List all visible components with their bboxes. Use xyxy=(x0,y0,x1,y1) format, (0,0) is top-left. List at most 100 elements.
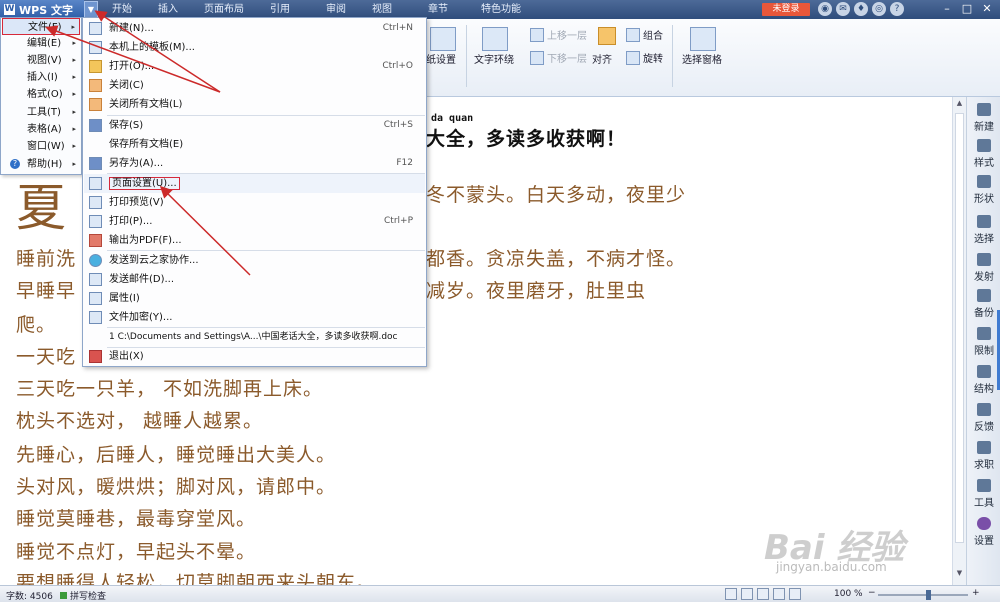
scroll-up-arrow[interactable]: ▲ xyxy=(953,97,966,109)
zoom-slider-track[interactable] xyxy=(878,594,968,596)
help-circle-icon: ? xyxy=(10,159,20,169)
doc-line: 先睡心，后睡人，睡觉睡出大美人。 xyxy=(16,444,337,466)
submenu-send-cloud[interactable]: 发送到云之家协作... xyxy=(84,251,425,270)
submenu-properties[interactable]: 属性(I) xyxy=(84,289,425,308)
scroll-down-arrow[interactable]: ▼ xyxy=(953,567,966,579)
submenu-send-mail[interactable]: 发送邮件(D)... xyxy=(84,270,425,289)
sidebar-item-styles[interactable]: 样式 xyxy=(967,139,1000,169)
zoom-in-button[interactable]: + xyxy=(972,588,980,598)
sidebar-label: 结构 xyxy=(974,384,994,395)
sidebar-item-backup[interactable]: 备份 xyxy=(967,289,1000,319)
menu-item-tools[interactable]: 工具(T) ▸ xyxy=(2,104,80,121)
drop-cap: 夏 xyxy=(16,179,66,237)
sidebar-item-settings[interactable]: 设置 xyxy=(967,517,1000,547)
zoom-slider-thumb[interactable] xyxy=(926,590,931,600)
skin-icon[interactable]: ◉ xyxy=(818,2,832,16)
menu-item-label: 编辑(E) xyxy=(27,38,62,49)
submenu-arrow-icon: ▸ xyxy=(72,56,76,64)
app-menu-dropdown-button[interactable]: ▼ xyxy=(84,1,98,18)
selection-pane-button[interactable]: 选择窗格 xyxy=(682,51,722,66)
help-icon[interactable]: ? xyxy=(890,2,904,16)
submenu-open[interactable]: 打开(O)... Ctrl+O xyxy=(84,57,425,76)
page-setup-ribbon-button[interactable]: 纸设置 xyxy=(426,51,456,66)
doc-line: 睡觉不点灯，早起头不晕。 xyxy=(16,541,257,563)
menu-item-help[interactable]: ? 帮助(H) ▸ xyxy=(2,156,80,173)
sidebar-item-feedback[interactable]: 反馈 xyxy=(967,403,1000,433)
minimize-button[interactable]: – xyxy=(938,1,956,17)
menu-item-file[interactable]: 文件(F) ▸ xyxy=(2,18,80,35)
submenu-label: 页面设置(U)... xyxy=(109,177,180,190)
submenu-save-as[interactable]: 另存为(A)... F12 xyxy=(84,154,425,173)
spell-check-toggle[interactable]: 拼写检查 xyxy=(60,589,106,602)
submenu-print-preview[interactable]: 打印预览(V) xyxy=(84,193,425,212)
toolbox-icon xyxy=(977,479,991,492)
submenu-arrow-icon: ▸ xyxy=(72,142,76,150)
sidebar-item-select[interactable]: 选择 xyxy=(967,215,1000,245)
sidebar-item-structure[interactable]: 结构 xyxy=(967,365,1000,395)
submenu-print[interactable]: 打印(P)... Ctrl+P xyxy=(84,212,425,231)
submenu-page-setup[interactable]: 页面设置(U)... xyxy=(84,174,425,193)
sidebar-item-shapes[interactable]: 形状 xyxy=(967,175,1000,205)
sidebar-item-launch[interactable]: 发射 xyxy=(967,253,1000,283)
vertical-scrollbar[interactable]: ▲ ▼ xyxy=(952,97,966,585)
submenu-save[interactable]: 保存(S) Ctrl+S xyxy=(84,116,425,135)
view-print-icon[interactable] xyxy=(725,588,737,600)
view-fullscreen-icon[interactable] xyxy=(741,588,753,600)
shirt-icon[interactable]: ♦ xyxy=(854,2,868,16)
sidebar-item-tools[interactable]: 工具 xyxy=(967,479,1000,509)
bring-forward-icon xyxy=(530,27,544,42)
submenu-arrow-icon: ▸ xyxy=(72,39,76,47)
sidebar-item-restrict[interactable]: 限制 xyxy=(967,327,1000,357)
submenu-export-pdf[interactable]: 输出为PDF(F)... xyxy=(84,231,425,250)
menu-item-table[interactable]: 表格(A) ▸ xyxy=(2,121,80,138)
sidebar-label: 样式 xyxy=(974,158,994,169)
group-label: 组合 xyxy=(643,31,663,42)
text-wrap-button[interactable]: 文字环绕 xyxy=(474,51,514,66)
login-button[interactable]: 未登录 xyxy=(762,3,810,16)
menu-item-insert[interactable]: 插入(I) ▸ xyxy=(2,69,80,86)
shortcut-label: Ctrl+N xyxy=(382,23,413,33)
rotate-button[interactable]: 旋转 xyxy=(626,50,663,65)
send-backward-button[interactable]: 下移一层 xyxy=(530,50,587,65)
view-web-icon[interactable] xyxy=(757,588,769,600)
tab-special-features[interactable]: 特色功能 xyxy=(476,0,526,19)
file-submenu: 新建(N)... Ctrl+N 本机上的模板(M)... 打开(O)... Ctrl… xyxy=(82,17,427,367)
doc-line: 睡前洗 xyxy=(16,248,77,270)
send-backward-icon xyxy=(530,50,544,65)
zoom-level[interactable]: 100 % xyxy=(834,589,863,599)
mail-icon[interactable]: ✉ xyxy=(836,2,850,16)
menu-item-format[interactable]: 格式(O) ▸ xyxy=(2,86,80,103)
align-button[interactable]: 对齐 xyxy=(592,51,612,66)
close-button[interactable]: ✕ xyxy=(978,1,996,17)
submenu-exit[interactable]: 退出(X) xyxy=(84,347,425,366)
globe-icon[interactable]: ◎ xyxy=(872,2,886,16)
zoom-out-button[interactable]: − xyxy=(868,588,876,598)
send-backward-label: 下移一层 xyxy=(547,54,587,65)
bring-forward-button[interactable]: 上移一层 xyxy=(530,27,587,42)
submenu-close-all[interactable]: 关闭所有文档(L) xyxy=(84,95,425,114)
sidebar-label: 求职 xyxy=(974,460,994,471)
menu-item-label: 帮助(H) xyxy=(27,159,63,170)
view-reading-icon[interactable] xyxy=(789,588,801,600)
sidebar-item-new[interactable]: 新建 xyxy=(967,103,1000,133)
sidebar-label: 限制 xyxy=(974,346,994,357)
submenu-close[interactable]: 关闭(C) xyxy=(84,76,425,95)
sidebar-item-jobs[interactable]: 求职 xyxy=(967,441,1000,471)
submenu-local-templates[interactable]: 本机上的模板(M)... xyxy=(84,38,425,57)
submenu-new[interactable]: 新建(N)... Ctrl+N xyxy=(84,19,425,38)
menu-item-window[interactable]: 窗口(W) ▸ xyxy=(2,138,80,155)
submenu-arrow-icon: ▸ xyxy=(72,90,76,98)
group-button[interactable]: 组合 xyxy=(626,27,663,42)
menu-item-view[interactable]: 视图(V) ▸ xyxy=(2,52,80,69)
word-count: 字数: 4506 xyxy=(6,592,53,602)
submenu-encrypt[interactable]: 文件加密(Y)... xyxy=(84,308,425,327)
submenu-save-all[interactable]: 保存所有文档(E) xyxy=(84,135,425,154)
maximize-button[interactable]: □ xyxy=(958,1,976,17)
doc-line: 冬不蒙头。白天多动，夜里少 xyxy=(426,184,687,206)
submenu-arrow-icon: ▸ xyxy=(72,108,76,116)
scroll-thumb[interactable] xyxy=(955,113,964,543)
sidebar-label: 选择 xyxy=(974,234,994,245)
menu-item-edit[interactable]: 编辑(E) ▸ xyxy=(2,35,80,52)
view-outline-icon[interactable] xyxy=(773,588,785,600)
submenu-recent-file[interactable]: 1 C:\Documents and Settings\A...\中国老话大全，… xyxy=(84,328,425,347)
